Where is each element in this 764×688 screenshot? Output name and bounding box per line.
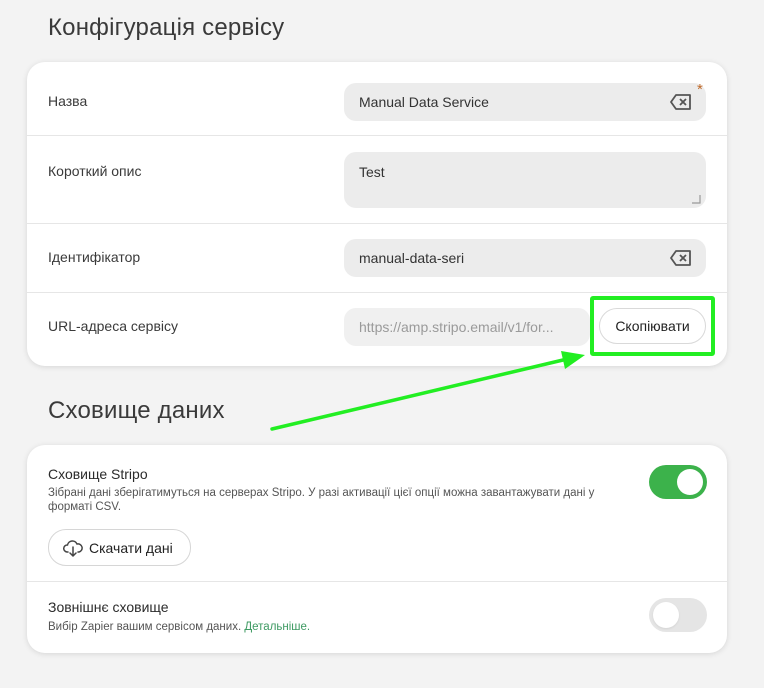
url-value: https://amp.stripo.email/v1/for... bbox=[359, 319, 554, 335]
data-storage-card: Сховище Stripo Зібрані дані зберігатимут… bbox=[27, 445, 727, 653]
description-label: Короткий опис bbox=[48, 163, 142, 179]
name-value: Manual Data Service bbox=[359, 94, 489, 110]
cloud-download-icon bbox=[63, 540, 83, 557]
clear-input-icon[interactable] bbox=[670, 94, 692, 110]
page-title: Конфігурація сервісу bbox=[48, 14, 285, 41]
stripo-storage-toggle[interactable] bbox=[649, 465, 707, 499]
required-marker: * bbox=[697, 81, 703, 98]
name-label: Назва bbox=[48, 93, 88, 109]
description-value: Test bbox=[359, 164, 385, 180]
stripo-storage-description: Зібрані дані зберігатимуться на серверах… bbox=[48, 487, 595, 513]
learn-more-link[interactable]: Детальніше. bbox=[244, 621, 310, 633]
download-data-label: Скачати дані bbox=[89, 540, 173, 556]
name-row: Назва Manual Data Service * bbox=[27, 62, 727, 136]
identifier-label: Ідентифікатор bbox=[48, 249, 141, 265]
url-label: URL-адреса сервісу bbox=[48, 318, 178, 334]
storage-section-title: Сховище даних bbox=[48, 397, 225, 424]
description-row: Короткий опис Test bbox=[27, 136, 727, 224]
external-storage-text: Вибір Zapier вашим сервісом даних. bbox=[48, 621, 242, 633]
external-storage-row: Зовнішнє сховище Вибір Zapier вашим серв… bbox=[27, 582, 727, 653]
copy-button-highlight bbox=[590, 296, 715, 356]
url-field[interactable]: https://amp.stripo.email/v1/for... bbox=[344, 308, 590, 346]
toggle-knob bbox=[653, 602, 679, 628]
external-storage-toggle[interactable] bbox=[649, 598, 707, 632]
identifier-row: Ідентифікатор manual-data-seri bbox=[27, 224, 727, 293]
name-field[interactable]: Manual Data Service bbox=[344, 83, 706, 121]
identifier-field[interactable]: manual-data-seri bbox=[344, 239, 706, 277]
description-field[interactable]: Test bbox=[344, 152, 706, 208]
external-storage-description: Вибір Zapier вашим сервісом даних. Детал… bbox=[48, 620, 638, 634]
stripo-storage-title: Сховище Stripo bbox=[48, 466, 148, 482]
resize-handle-icon[interactable] bbox=[691, 194, 701, 204]
stripo-storage-row: Сховище Stripo Зібрані дані зберігатимут… bbox=[27, 445, 727, 582]
clear-input-icon[interactable] bbox=[670, 250, 692, 266]
external-storage-title: Зовнішнє сховище bbox=[48, 599, 169, 615]
download-data-button[interactable]: Скачати дані bbox=[48, 529, 191, 566]
identifier-value: manual-data-seri bbox=[359, 250, 465, 266]
toggle-knob bbox=[677, 469, 703, 495]
